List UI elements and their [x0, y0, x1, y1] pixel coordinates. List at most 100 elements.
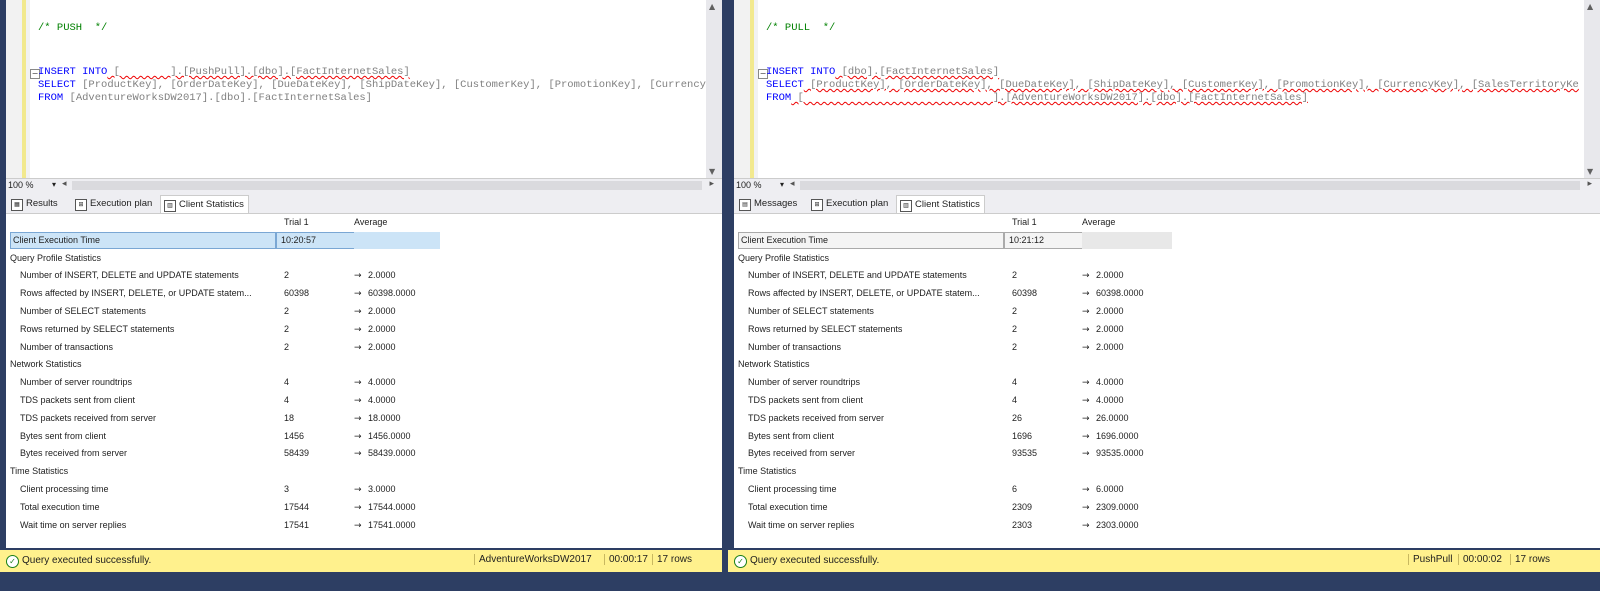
success-check-icon: ✓ — [6, 555, 19, 568]
stat-trial-value: 1696 — [1012, 430, 1033, 441]
section-title: Network Statistics — [10, 359, 82, 370]
trend-arrow-icon: → — [354, 413, 362, 424]
zoom-level[interactable]: 100 % — [736, 180, 762, 190]
stat-average-cell: → 1456.0000 — [354, 428, 444, 445]
stat-trial-value: 93535 — [1012, 448, 1038, 459]
stat-average-value: 17544.0000 — [368, 501, 416, 512]
scroll-right-icon[interactable]: ▸ — [1587, 179, 1592, 189]
chevron-down-icon[interactable]: ▾ — [52, 180, 56, 189]
tab-execution-plan[interactable]: ⊞ Execution plan — [72, 195, 156, 212]
trial-column-header: Trial 1 — [284, 217, 309, 227]
stat-trial-value: 17544 — [284, 501, 310, 512]
status-bar: ✓ Query executed successfully. Adventure… — [0, 550, 722, 572]
section-title: Time Statistics — [10, 466, 69, 477]
stat-label: Total execution time — [748, 501, 828, 512]
stat-label: Rows returned by SELECT statements — [20, 323, 175, 334]
change-margin — [750, 0, 754, 178]
trend-arrow-icon: → — [354, 484, 362, 495]
stat-average-value: 93535.0000 — [1096, 448, 1144, 459]
tab-label: Execution plan — [826, 198, 889, 209]
code-text: [ProductKey], [OrderDateKey], [DueDateKe… — [803, 79, 1579, 91]
scroll-left-icon[interactable]: ◂ — [62, 179, 67, 189]
stat-average-cell: → 17544.0000 — [354, 499, 444, 516]
stat-label: Number of INSERT, DELETE and UPDATE stat… — [20, 270, 239, 281]
client-execution-time-average — [354, 231, 440, 249]
tab-client-statistics[interactable]: ▥ Client Statistics — [160, 195, 249, 213]
stats-header-label — [20, 214, 278, 231]
grid-icon: ▦ — [11, 199, 23, 211]
stat-trial-value: 60398 — [284, 288, 310, 299]
tab-messages[interactable]: ▤ Messages — [736, 195, 801, 212]
trend-arrow-icon: → — [1082, 395, 1090, 406]
client-statistics-grid: Trial 1 Average Client Execution Time 10:21… — [734, 214, 1600, 548]
stat-trial-value: 4 — [1012, 377, 1018, 388]
stat-average-value: 26.0000 — [1096, 412, 1129, 423]
editor-vertical-scrollbar[interactable]: ▲ ▼ — [1584, 0, 1600, 178]
stat-average-value: 2.0000 — [1096, 341, 1124, 352]
status-message: Query executed successfully. — [22, 555, 152, 566]
tab-results[interactable]: ▦ Results — [8, 195, 62, 212]
stat-average-cell: → 6.0000 — [1082, 481, 1172, 498]
code-comment: /* PUSH */ — [38, 22, 108, 34]
trend-arrow-icon: → — [354, 289, 362, 300]
stat-average-value: 4.0000 — [1096, 394, 1124, 405]
trend-arrow-icon: → — [1082, 271, 1090, 282]
query-editor[interactable]: /* PULL */ − INSERT INTO [dbo].[FactInte… — [734, 0, 1584, 178]
stat-average-cell: → 2.0000 — [1082, 303, 1172, 320]
stat-trial-value: 1456 — [284, 430, 305, 441]
scroll-down-icon[interactable]: ▼ — [709, 167, 715, 176]
tab-execution-plan[interactable]: ⊞ Execution plan — [808, 195, 892, 212]
stat-average-cell: → 60398.0000 — [1082, 285, 1172, 302]
scroll-down-icon[interactable]: ▼ — [1587, 167, 1593, 176]
stat-label: TDS packets sent from client — [20, 394, 136, 405]
plan-icon: ⊞ — [75, 199, 87, 211]
stat-label: Wait time on server replies — [20, 519, 127, 530]
trend-arrow-icon: → — [1082, 289, 1090, 300]
zoom-level[interactable]: 100 % — [8, 180, 34, 190]
stat-average-value: 6.0000 — [1096, 483, 1124, 494]
tab-client-statistics[interactable]: ▥ Client Statistics — [896, 195, 985, 213]
stat-average-cell: → 93535.0000 — [1082, 445, 1172, 462]
scroll-left-icon[interactable]: ◂ — [790, 179, 795, 189]
stat-average-value: 4.0000 — [368, 377, 396, 388]
client-execution-time-label: Client Execution Time — [738, 231, 1004, 249]
stat-trial-value: 2309 — [1012, 501, 1033, 512]
code-line-select: SELECT [ProductKey], [OrderDateKey], [Du… — [38, 79, 706, 92]
status-database: PushPull — [1408, 554, 1452, 565]
status-database: AdventureWorksDW2017 — [474, 554, 592, 565]
zoom-bar: 100 % ▾ ◂ ▸ — [6, 178, 722, 193]
stat-trial-value: 4 — [284, 394, 290, 405]
chevron-down-icon[interactable]: ▾ — [780, 180, 784, 189]
trend-arrow-icon: → — [1082, 342, 1090, 353]
stat-label: TDS packets received from server — [20, 412, 157, 423]
code-text: [ProductKey], [OrderDateKey], [DueDateKe… — [75, 79, 706, 91]
editor-horizontal-scrollbar[interactable] — [72, 181, 702, 190]
stat-label: Bytes sent from client — [20, 430, 107, 441]
trend-arrow-icon: → — [1082, 484, 1090, 495]
statistics-icon: ▥ — [900, 200, 912, 212]
scroll-up-icon[interactable]: ▲ — [1587, 2, 1593, 11]
stat-trial-value: 4 — [284, 377, 290, 388]
stat-trial-value: 2 — [284, 305, 290, 316]
stat-average-cell: → 2.0000 — [354, 303, 444, 320]
stat-average-cell: → 4.0000 — [1082, 374, 1172, 391]
stat-average-cell: → 4.0000 — [354, 374, 444, 391]
code-line-select: SELECT [ProductKey], [OrderDateKey], [Du… — [766, 79, 1579, 92]
stat-average-cell: → 58439.0000 — [354, 445, 444, 462]
tab-label: Messages — [754, 198, 798, 209]
stat-label: Bytes received from server — [20, 448, 128, 459]
editor-vertical-scrollbar[interactable]: ▲ ▼ — [706, 0, 722, 178]
trend-arrow-icon: → — [354, 271, 362, 282]
query-editor[interactable]: /* PUSH */ − INSERT INTO [ ].[PushPull].… — [6, 0, 706, 178]
stat-average-cell: → 2309.0000 — [1082, 499, 1172, 516]
status-elapsed-time: 00:00:02 — [1458, 554, 1502, 565]
editor-horizontal-scrollbar[interactable] — [800, 181, 1580, 190]
stat-average-cell: → 4.0000 — [1082, 392, 1172, 409]
scroll-right-icon[interactable]: ▸ — [709, 179, 714, 189]
scroll-up-icon[interactable]: ▲ — [709, 2, 715, 11]
stat-trial-value: 3 — [284, 483, 290, 494]
stat-average-cell: → 3.0000 — [354, 481, 444, 498]
stat-average-value: 1456.0000 — [368, 430, 411, 441]
stat-trial-value: 26 — [1012, 412, 1023, 423]
status-row-count: 17 rows — [1510, 554, 1550, 565]
